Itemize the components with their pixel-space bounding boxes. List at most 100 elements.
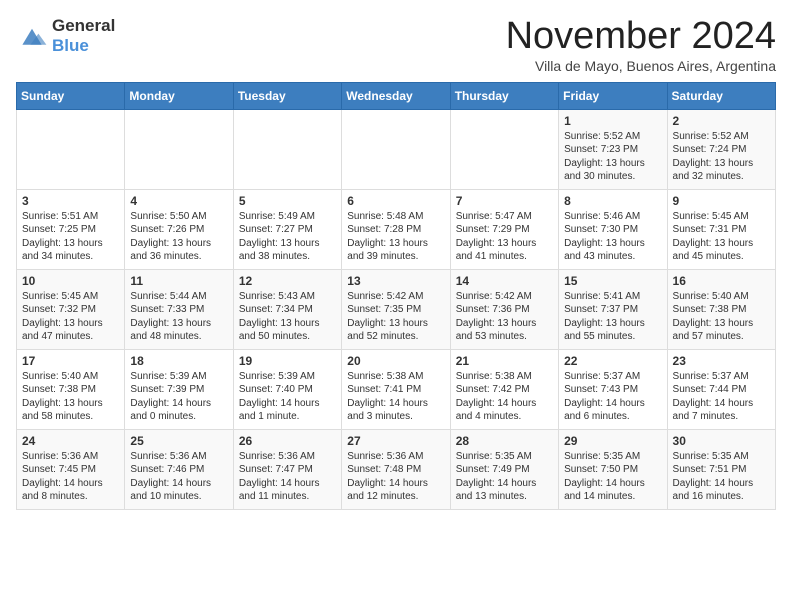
day-info: Sunrise: 5:40 AM Sunset: 7:38 PM Dayligh…	[22, 370, 119, 424]
calendar-cell: 25 Sunrise: 5:36 AM Sunset: 7:46 PM Dayli…	[125, 429, 233, 509]
calendar-week-row: 24Sunrise: 5:36 AM Sunset: 7:45 PM Dayli…	[17, 429, 776, 509]
day-number: 11	[130, 274, 227, 288]
day-info: Sunrise: 5:52 AM Sunset: 7:24 PM Dayligh…	[673, 130, 770, 184]
calendar-cell: 3 Sunrise: 5:51 AM Sunset: 7:25 PM Daylig…	[17, 189, 125, 269]
day-info: Sunrise: 5:41 AM Sunset: 7:37 PM Dayligh…	[564, 290, 661, 344]
calendar-cell: 29Sunrise: 5:35 AM Sunset: 7:50 PM Dayli…	[559, 429, 667, 509]
calendar-cell: 19 Sunrise: 5:39 AM Sunset: 7:40 PM Dayli…	[233, 349, 341, 429]
day-info: Sunrise: 5:35 AM Sunset: 7:50 PM Dayligh…	[564, 450, 661, 504]
calendar-cell: 17 Sunrise: 5:40 AM Sunset: 7:38 PM Dayli…	[17, 349, 125, 429]
day-number: 9	[673, 194, 770, 208]
day-number: 18	[130, 354, 227, 368]
title-area: November 2024 Villa de Mayo, Buenos Aire…	[506, 16, 776, 74]
day-number: 26	[239, 434, 336, 448]
weekday-header: Wednesday	[342, 82, 450, 109]
calendar-cell: 30 Sunrise: 5:35 AM Sunset: 7:51 PM Dayli…	[667, 429, 775, 509]
day-number: 4	[130, 194, 227, 208]
calendar-cell: 6Sunrise: 5:48 AM Sunset: 7:28 PM Daylig…	[342, 189, 450, 269]
day-number: 23	[673, 354, 770, 368]
day-number: 12	[239, 274, 336, 288]
calendar-week-row: 1 Sunrise: 5:52 AM Sunset: 7:23 PM Daylig…	[17, 109, 776, 189]
day-number: 10	[22, 274, 119, 288]
weekday-header-row: SundayMondayTuesdayWednesdayThursdayFrid…	[17, 82, 776, 109]
day-number: 28	[456, 434, 553, 448]
calendar-cell: 13Sunrise: 5:42 AM Sunset: 7:35 PM Dayli…	[342, 269, 450, 349]
calendar-week-row: 10 Sunrise: 5:45 AM Sunset: 7:32 PM Dayli…	[17, 269, 776, 349]
day-number: 7	[456, 194, 553, 208]
calendar-cell: 15 Sunrise: 5:41 AM Sunset: 7:37 PM Dayli…	[559, 269, 667, 349]
month-title: November 2024	[506, 16, 776, 58]
calendar-cell: 2 Sunrise: 5:52 AM Sunset: 7:24 PM Daylig…	[667, 109, 775, 189]
calendar-cell: 12 Sunrise: 5:43 AM Sunset: 7:34 PM Dayli…	[233, 269, 341, 349]
day-number: 15	[564, 274, 661, 288]
day-info: Sunrise: 5:50 AM Sunset: 7:26 PM Dayligh…	[130, 210, 227, 264]
weekday-header: Sunday	[17, 82, 125, 109]
calendar-cell: 11 Sunrise: 5:44 AM Sunset: 7:33 PM Dayli…	[125, 269, 233, 349]
calendar-cell	[342, 109, 450, 189]
logo-general: General	[52, 16, 115, 35]
location-subtitle: Villa de Mayo, Buenos Aires, Argentina	[506, 58, 776, 74]
calendar-cell: 7 Sunrise: 5:47 AM Sunset: 7:29 PM Daylig…	[450, 189, 558, 269]
day-info: Sunrise: 5:39 AM Sunset: 7:40 PM Dayligh…	[239, 370, 336, 424]
calendar-cell: 21 Sunrise: 5:38 AM Sunset: 7:42 PM Dayli…	[450, 349, 558, 429]
day-info: Sunrise: 5:37 AM Sunset: 7:43 PM Dayligh…	[564, 370, 661, 424]
calendar-cell: 27 Sunrise: 5:36 AM Sunset: 7:48 PM Dayli…	[342, 429, 450, 509]
calendar-week-row: 3 Sunrise: 5:51 AM Sunset: 7:25 PM Daylig…	[17, 189, 776, 269]
day-number: 14	[456, 274, 553, 288]
header: General Blue November 2024 Villa de Mayo…	[16, 16, 776, 74]
calendar-cell: 20Sunrise: 5:38 AM Sunset: 7:41 PM Dayli…	[342, 349, 450, 429]
day-number: 17	[22, 354, 119, 368]
day-info: Sunrise: 5:35 AM Sunset: 7:49 PM Dayligh…	[456, 450, 553, 504]
day-info: Sunrise: 5:51 AM Sunset: 7:25 PM Dayligh…	[22, 210, 119, 264]
day-info: Sunrise: 5:42 AM Sunset: 7:36 PM Dayligh…	[456, 290, 553, 344]
day-number: 13	[347, 274, 444, 288]
calendar-cell: 24Sunrise: 5:36 AM Sunset: 7:45 PM Dayli…	[17, 429, 125, 509]
day-info: Sunrise: 5:36 AM Sunset: 7:45 PM Dayligh…	[22, 450, 119, 504]
day-number: 2	[673, 114, 770, 128]
day-info: Sunrise: 5:45 AM Sunset: 7:32 PM Dayligh…	[22, 290, 119, 344]
day-number: 25	[130, 434, 227, 448]
calendar-cell: 9 Sunrise: 5:45 AM Sunset: 7:31 PM Daylig…	[667, 189, 775, 269]
logo-icon	[16, 22, 48, 50]
weekday-header: Tuesday	[233, 82, 341, 109]
day-info: Sunrise: 5:43 AM Sunset: 7:34 PM Dayligh…	[239, 290, 336, 344]
day-info: Sunrise: 5:45 AM Sunset: 7:31 PM Dayligh…	[673, 210, 770, 264]
calendar-cell: 10 Sunrise: 5:45 AM Sunset: 7:32 PM Dayli…	[17, 269, 125, 349]
day-info: Sunrise: 5:35 AM Sunset: 7:51 PM Dayligh…	[673, 450, 770, 504]
day-info: Sunrise: 5:36 AM Sunset: 7:48 PM Dayligh…	[347, 450, 444, 504]
day-number: 21	[456, 354, 553, 368]
day-info: Sunrise: 5:36 AM Sunset: 7:47 PM Dayligh…	[239, 450, 336, 504]
calendar-cell	[125, 109, 233, 189]
calendar-cell: 1 Sunrise: 5:52 AM Sunset: 7:23 PM Daylig…	[559, 109, 667, 189]
day-info: Sunrise: 5:38 AM Sunset: 7:42 PM Dayligh…	[456, 370, 553, 424]
calendar-week-row: 17 Sunrise: 5:40 AM Sunset: 7:38 PM Dayli…	[17, 349, 776, 429]
calendar-cell: 26 Sunrise: 5:36 AM Sunset: 7:47 PM Dayli…	[233, 429, 341, 509]
day-info: Sunrise: 5:49 AM Sunset: 7:27 PM Dayligh…	[239, 210, 336, 264]
day-info: Sunrise: 5:36 AM Sunset: 7:46 PM Dayligh…	[130, 450, 227, 504]
calendar-cell: 18 Sunrise: 5:39 AM Sunset: 7:39 PM Dayli…	[125, 349, 233, 429]
day-info: Sunrise: 5:40 AM Sunset: 7:38 PM Dayligh…	[673, 290, 770, 344]
day-info: Sunrise: 5:47 AM Sunset: 7:29 PM Dayligh…	[456, 210, 553, 264]
day-number: 16	[673, 274, 770, 288]
weekday-header: Thursday	[450, 82, 558, 109]
calendar-cell: 14 Sunrise: 5:42 AM Sunset: 7:36 PM Dayli…	[450, 269, 558, 349]
day-info: Sunrise: 5:38 AM Sunset: 7:41 PM Dayligh…	[347, 370, 444, 424]
weekday-header: Monday	[125, 82, 233, 109]
day-number: 3	[22, 194, 119, 208]
calendar-cell	[233, 109, 341, 189]
day-info: Sunrise: 5:37 AM Sunset: 7:44 PM Dayligh…	[673, 370, 770, 424]
day-info: Sunrise: 5:52 AM Sunset: 7:23 PM Dayligh…	[564, 130, 661, 184]
day-info: Sunrise: 5:48 AM Sunset: 7:28 PM Dayligh…	[347, 210, 444, 264]
day-info: Sunrise: 5:39 AM Sunset: 7:39 PM Dayligh…	[130, 370, 227, 424]
day-number: 30	[673, 434, 770, 448]
day-number: 19	[239, 354, 336, 368]
calendar-cell: 16 Sunrise: 5:40 AM Sunset: 7:38 PM Dayli…	[667, 269, 775, 349]
logo-blue: Blue	[52, 36, 89, 55]
day-number: 5	[239, 194, 336, 208]
day-number: 27	[347, 434, 444, 448]
day-number: 8	[564, 194, 661, 208]
day-info: Sunrise: 5:44 AM Sunset: 7:33 PM Dayligh…	[130, 290, 227, 344]
day-number: 1	[564, 114, 661, 128]
calendar-cell	[17, 109, 125, 189]
calendar-cell: 22Sunrise: 5:37 AM Sunset: 7:43 PM Dayli…	[559, 349, 667, 429]
